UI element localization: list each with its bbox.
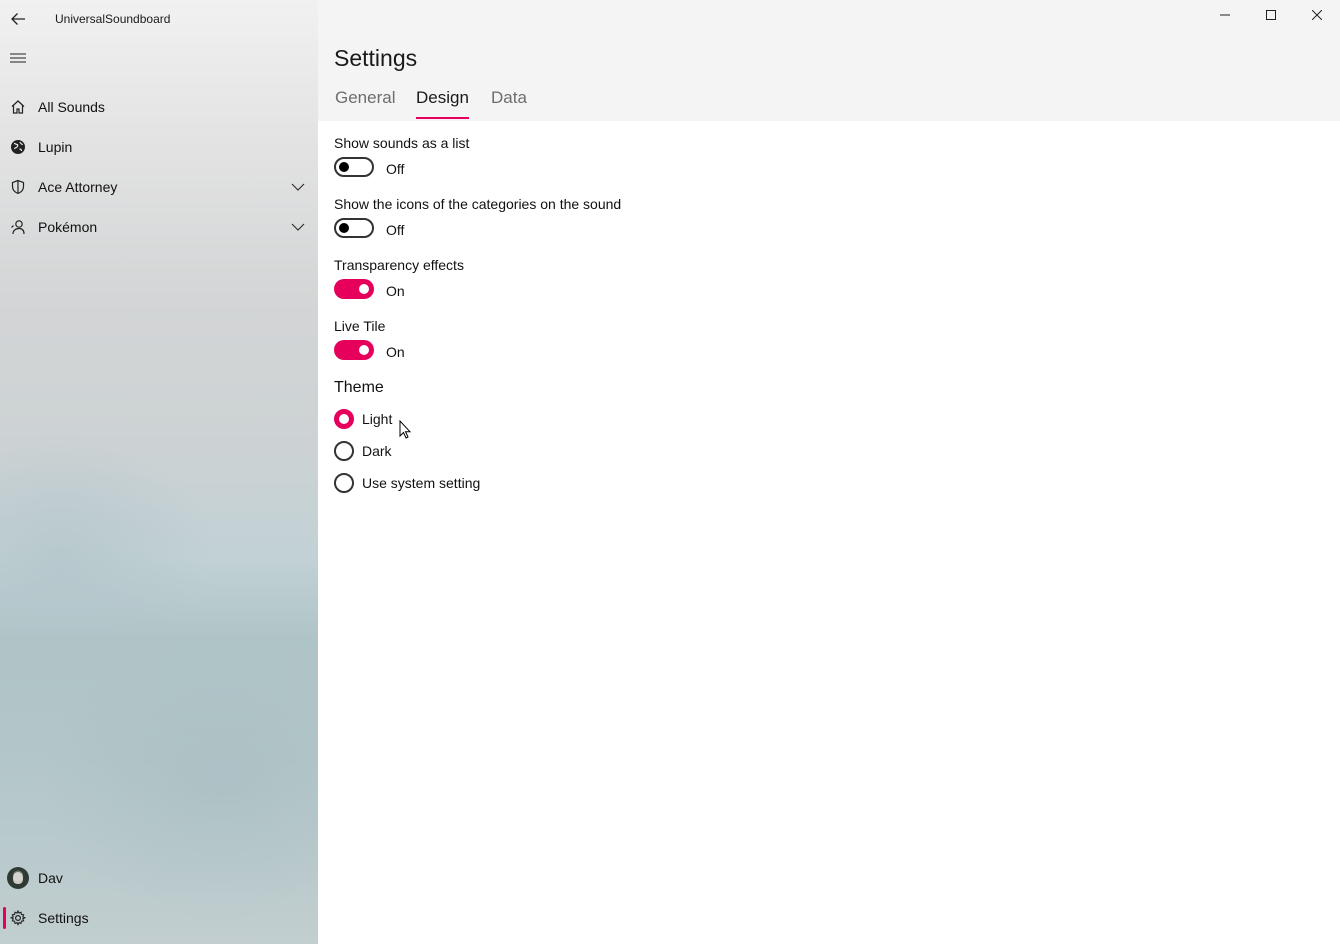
radio-label: Use system setting bbox=[362, 475, 481, 491]
nav-item-label: Pokémon bbox=[38, 219, 98, 235]
navigation-pane: UniversalSoundboard All Sounds Lupin Ace… bbox=[0, 0, 318, 944]
category-icons-toggle[interactable] bbox=[334, 218, 374, 238]
back-arrow-icon bbox=[11, 13, 25, 25]
globe-icon bbox=[0, 127, 36, 167]
nav-item-settings[interactable]: Settings bbox=[0, 898, 318, 938]
setting-label-list: Show sounds as a list bbox=[334, 135, 470, 151]
setting-label-transparency: Transparency effects bbox=[334, 257, 464, 273]
page-title: Settings bbox=[334, 45, 418, 71]
theme-system-radio[interactable]: Use system setting bbox=[334, 473, 480, 493]
toggle-state-text: On bbox=[386, 344, 405, 360]
radio-button[interactable] bbox=[334, 441, 354, 461]
back-button[interactable] bbox=[0, 1, 36, 37]
avatar bbox=[7, 867, 29, 889]
nav-item-label: All Sounds bbox=[38, 99, 105, 115]
theme-section-title: Theme bbox=[334, 379, 384, 396]
home-icon bbox=[0, 87, 36, 127]
minimize-icon bbox=[1220, 14, 1230, 16]
close-icon bbox=[1312, 10, 1322, 20]
minimize-button[interactable] bbox=[1202, 0, 1248, 30]
radio-label: Light bbox=[362, 411, 393, 427]
transparency-toggle[interactable] bbox=[334, 279, 374, 299]
maximize-button[interactable] bbox=[1248, 0, 1294, 30]
maximize-icon bbox=[1266, 10, 1276, 20]
nav-item-account[interactable]: Dav bbox=[0, 858, 318, 898]
chevron-down-icon[interactable] bbox=[290, 179, 306, 195]
person-icon bbox=[0, 207, 36, 247]
toggle-state-text: Off bbox=[386, 161, 405, 177]
nav-item-lupin[interactable]: Lupin bbox=[0, 127, 318, 167]
title-bar: UniversalSoundboard bbox=[0, 0, 318, 38]
tab-design[interactable]: Design bbox=[416, 88, 469, 120]
shield-icon bbox=[0, 167, 36, 207]
window-controls bbox=[1202, 0, 1340, 30]
radio-button[interactable] bbox=[334, 473, 354, 493]
theme-light-radio[interactable]: Light bbox=[334, 409, 392, 429]
chevron-down-icon[interactable] bbox=[290, 219, 306, 235]
toggle-state-text: Off bbox=[386, 222, 405, 238]
tab-data[interactable]: Data bbox=[491, 88, 527, 120]
mouse-cursor-icon bbox=[399, 420, 412, 439]
radio-button[interactable] bbox=[334, 409, 354, 429]
close-button[interactable] bbox=[1294, 0, 1340, 30]
hamburger-menu-button[interactable] bbox=[0, 40, 36, 76]
account-name: Dav bbox=[38, 870, 63, 886]
app-title: UniversalSoundboard bbox=[55, 12, 171, 26]
nav-item-label: Settings bbox=[38, 910, 89, 926]
gear-icon bbox=[0, 898, 36, 938]
show-as-list-toggle[interactable] bbox=[334, 157, 374, 177]
toggle-state-text: On bbox=[386, 283, 405, 299]
avatar-container bbox=[0, 858, 36, 898]
nav-item-pokemon[interactable]: Pokémon bbox=[0, 207, 318, 247]
nav-item-all-sounds[interactable]: All Sounds bbox=[0, 87, 318, 127]
page-header bbox=[318, 0, 1340, 121]
nav-item-ace-attorney[interactable]: Ace Attorney bbox=[0, 167, 318, 207]
theme-dark-radio[interactable]: Dark bbox=[334, 441, 392, 461]
nav-item-label: Ace Attorney bbox=[38, 179, 118, 195]
tab-general[interactable]: General bbox=[335, 88, 395, 120]
nav-item-label: Lupin bbox=[38, 139, 73, 155]
setting-label-live-tile: Live Tile bbox=[334, 318, 386, 334]
setting-label-category-icons: Show the icons of the categories on the … bbox=[334, 196, 622, 212]
radio-label: Dark bbox=[362, 443, 392, 459]
hamburger-icon bbox=[10, 53, 26, 63]
live-tile-toggle[interactable] bbox=[334, 340, 374, 360]
